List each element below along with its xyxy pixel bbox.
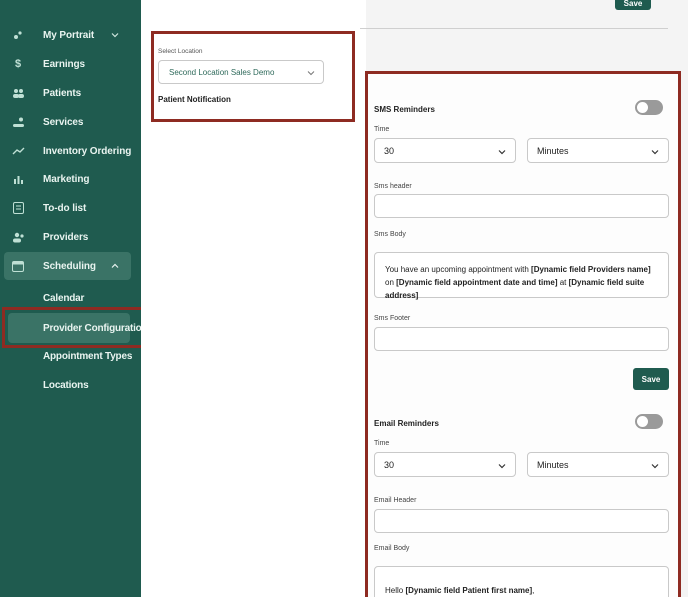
sms-reminders-title: SMS Reminders <box>374 105 435 114</box>
email-unit-select[interactable]: Minutes <box>527 452 669 477</box>
sms-header-input[interactable] <box>374 194 669 218</box>
email-unit-value: Minutes <box>537 460 569 470</box>
sidebar-item-label: Patients <box>43 87 82 99</box>
chevron-down-icon <box>498 464 506 469</box>
chevron-up-icon <box>111 263 119 268</box>
email-reminders-toggle[interactable] <box>635 414 663 429</box>
checklist-icon <box>11 201 25 215</box>
select-location-label: Select Location <box>158 48 203 55</box>
top-save-button[interactable]: Save <box>615 0 651 10</box>
sidebar-item-earnings[interactable]: $ Earnings <box>0 51 141 77</box>
sidebar-item-todo-list[interactable]: To-do list <box>0 195 141 221</box>
email-reminders-title: Email Reminders <box>374 419 439 428</box>
sms-footer-input[interactable] <box>374 327 669 351</box>
sms-body-textarea[interactable]: You have an upcoming appointment with [D… <box>374 252 669 300</box>
sms-body-dynamic-field: [Dynamic field Providers name] <box>531 265 651 274</box>
sidebar-item-marketing[interactable]: Marketing <box>0 166 141 192</box>
chevron-down-icon <box>111 33 119 38</box>
email-header-input[interactable] <box>374 509 669 533</box>
sidebar-subitem-label: Appointment Types <box>43 350 133 362</box>
sidebar-item-label: Services <box>43 116 84 128</box>
portrait-icon <box>11 28 25 42</box>
dollar-icon: $ <box>14 58 22 70</box>
sidebar-subitem-locations[interactable]: Locations <box>0 373 141 397</box>
providers-icon <box>11 230 25 244</box>
sidebar-item-label: Scheduling <box>43 260 96 272</box>
sms-body-text: You have an upcoming appointment with <box>385 265 532 274</box>
location-select-value: Second Location Sales Demo <box>169 67 275 77</box>
sidebar-subitem-label: Locations <box>43 379 89 391</box>
toggle-knob <box>637 102 648 113</box>
sidebar-item-scheduling[interactable]: Scheduling <box>0 252 141 280</box>
chevron-down-icon <box>307 71 315 76</box>
email-time-label: Time <box>374 440 390 447</box>
sms-footer-label: Sms Footer <box>374 315 411 322</box>
sidebar-item-providers[interactable]: Providers <box>0 224 141 250</box>
sidebar-item-inventory-ordering[interactable]: Inventory Ordering <box>0 138 141 164</box>
sms-body-label: Sms Body <box>374 231 406 238</box>
sidebar-item-services[interactable]: Services <box>0 109 141 135</box>
sidebar-item-label: My Portrait <box>43 29 95 41</box>
chevron-down-icon <box>651 464 659 469</box>
email-body-text: Hello <box>385 586 406 595</box>
calendar-icon <box>11 259 25 273</box>
sidebar-subitem-appointment-types[interactable]: Appointment Types <box>0 344 141 368</box>
chevron-down-icon <box>498 150 506 155</box>
email-time-select[interactable]: 30 <box>374 452 516 477</box>
email-header-label: Email Header <box>374 497 417 504</box>
sms-body-text: on <box>385 278 397 287</box>
sidebar-item-label: Marketing <box>43 173 90 185</box>
email-body-textarea[interactable]: Hello [Dynamic field Patient first name]… <box>374 566 669 597</box>
users-icon <box>11 86 25 100</box>
sms-body-dynamic-field: [Dynamic field appointment date and time… <box>396 278 558 287</box>
email-body-dynamic-field: [Dynamic field Patient first name] <box>405 586 533 595</box>
patient-notification-heading: Patient Notification <box>158 95 231 104</box>
sms-unit-value: Minutes <box>537 146 569 156</box>
sidebar: My Portrait $ Earnings Patients Services… <box>0 0 148 597</box>
trend-icon <box>11 144 25 158</box>
sidebar-item-patients[interactable]: Patients <box>0 80 141 106</box>
sms-header-label: Sms header <box>374 183 412 190</box>
sms-save-button[interactable]: Save <box>633 368 669 390</box>
sidebar-item-label: Inventory Ordering <box>43 145 132 157</box>
sidebar-subitem-provider-configuration[interactable]: Provider Configuration <box>0 313 148 343</box>
services-icon <box>11 115 25 129</box>
chevron-down-icon <box>651 150 659 155</box>
sidebar-subitem-label: Calendar <box>43 292 85 304</box>
sms-time-label: Time <box>374 126 390 133</box>
toggle-knob <box>637 416 648 427</box>
sidebar-item-label: Earnings <box>43 58 85 70</box>
email-body-text: , <box>532 586 535 595</box>
sidebar-item-my-portrait[interactable]: My Portrait <box>0 22 141 48</box>
sms-unit-select[interactable]: Minutes <box>527 138 669 163</box>
sidebar-item-label: To-do list <box>43 202 87 214</box>
sms-time-value: 30 <box>384 146 395 156</box>
sms-time-select[interactable]: 30 <box>374 138 516 163</box>
location-column <box>141 0 366 597</box>
sidebar-item-label: Providers <box>43 231 89 243</box>
bar-chart-icon <box>11 172 25 186</box>
sidebar-subitem-label: Provider Configuration <box>43 322 148 334</box>
location-select[interactable]: Second Location Sales Demo <box>158 60 324 84</box>
divider <box>360 28 668 29</box>
sms-body-text: at <box>557 278 569 287</box>
email-time-value: 30 <box>384 460 395 470</box>
sidebar-subitem-calendar[interactable]: Calendar <box>0 286 141 310</box>
sms-reminders-toggle[interactable] <box>635 100 663 115</box>
email-body-label: Email Body <box>374 545 410 552</box>
